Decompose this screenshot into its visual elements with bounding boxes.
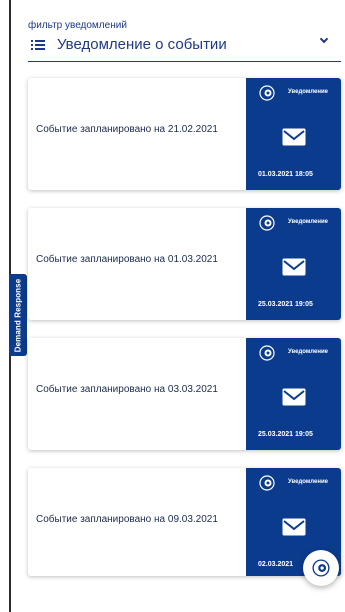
envelope-icon — [282, 128, 306, 146]
card-timestamp: 01.03.2021 18:05 — [258, 171, 313, 178]
event-text: Событие запланировано на 09.03.2021 — [36, 514, 218, 525]
envelope-icon — [282, 258, 306, 276]
notification-card[interactable]: Событие запланировано на 03.03.2021 Увед… — [28, 338, 341, 450]
badge-label: Уведомление — [288, 89, 329, 95]
notification-card[interactable]: Событие запланировано на 21.02.2021 Увед… — [28, 78, 341, 190]
card-timestamp: 25.03.2021 19:05 — [258, 431, 313, 438]
envelope-icon — [282, 388, 306, 406]
chevron-down-icon[interactable] — [319, 34, 329, 44]
card-badge-panel: Уведомление 25.03.2021 19:05 — [246, 338, 341, 450]
list-icon — [31, 39, 45, 50]
badge-label: Уведомление — [288, 349, 329, 355]
card-timestamp: 02.03.2021 — [258, 561, 294, 568]
gear-logo-icon — [259, 215, 275, 231]
event-text: Событие запланировано на 03.03.2021 — [36, 384, 218, 395]
badge-label: Уведомление — [288, 479, 329, 485]
demand-response-tab[interactable]: Demand Response — [9, 274, 27, 356]
floating-action-button[interactable] — [303, 550, 339, 586]
card-badge-panel: Уведомление 25.03.2021 19:05 — [246, 208, 341, 320]
notification-card[interactable]: Событие запланировано на 09.03.2021 Увед… — [28, 468, 341, 576]
event-text: Событие запланировано на 21.02.2021 — [36, 124, 218, 135]
filter-selected-value[interactable]: Уведомление о событии — [31, 36, 227, 53]
notification-filter[interactable]: фильтр уведомлений Уведомление о событии — [28, 18, 341, 62]
event-text: Событие запланировано на 01.03.2021 — [36, 254, 218, 265]
card-timestamp: 25.03.2021 19:05 — [258, 301, 313, 308]
card-badge-panel: Уведомление 01.03.2021 18:05 — [246, 78, 341, 190]
gear-logo-icon — [259, 475, 275, 491]
filter-label: фильтр уведомлений — [28, 20, 127, 31]
gear-logo-icon — [259, 85, 275, 101]
gear-logo-icon — [312, 559, 330, 577]
gear-logo-icon — [259, 345, 275, 361]
notification-card[interactable]: Событие запланировано на 01.03.2021 Увед… — [28, 208, 341, 320]
demand-response-label: Demand Response — [13, 278, 23, 352]
badge-label: Уведомление — [288, 219, 329, 225]
envelope-icon — [282, 518, 306, 536]
filter-selected-text: Уведомление о событии — [57, 36, 227, 53]
